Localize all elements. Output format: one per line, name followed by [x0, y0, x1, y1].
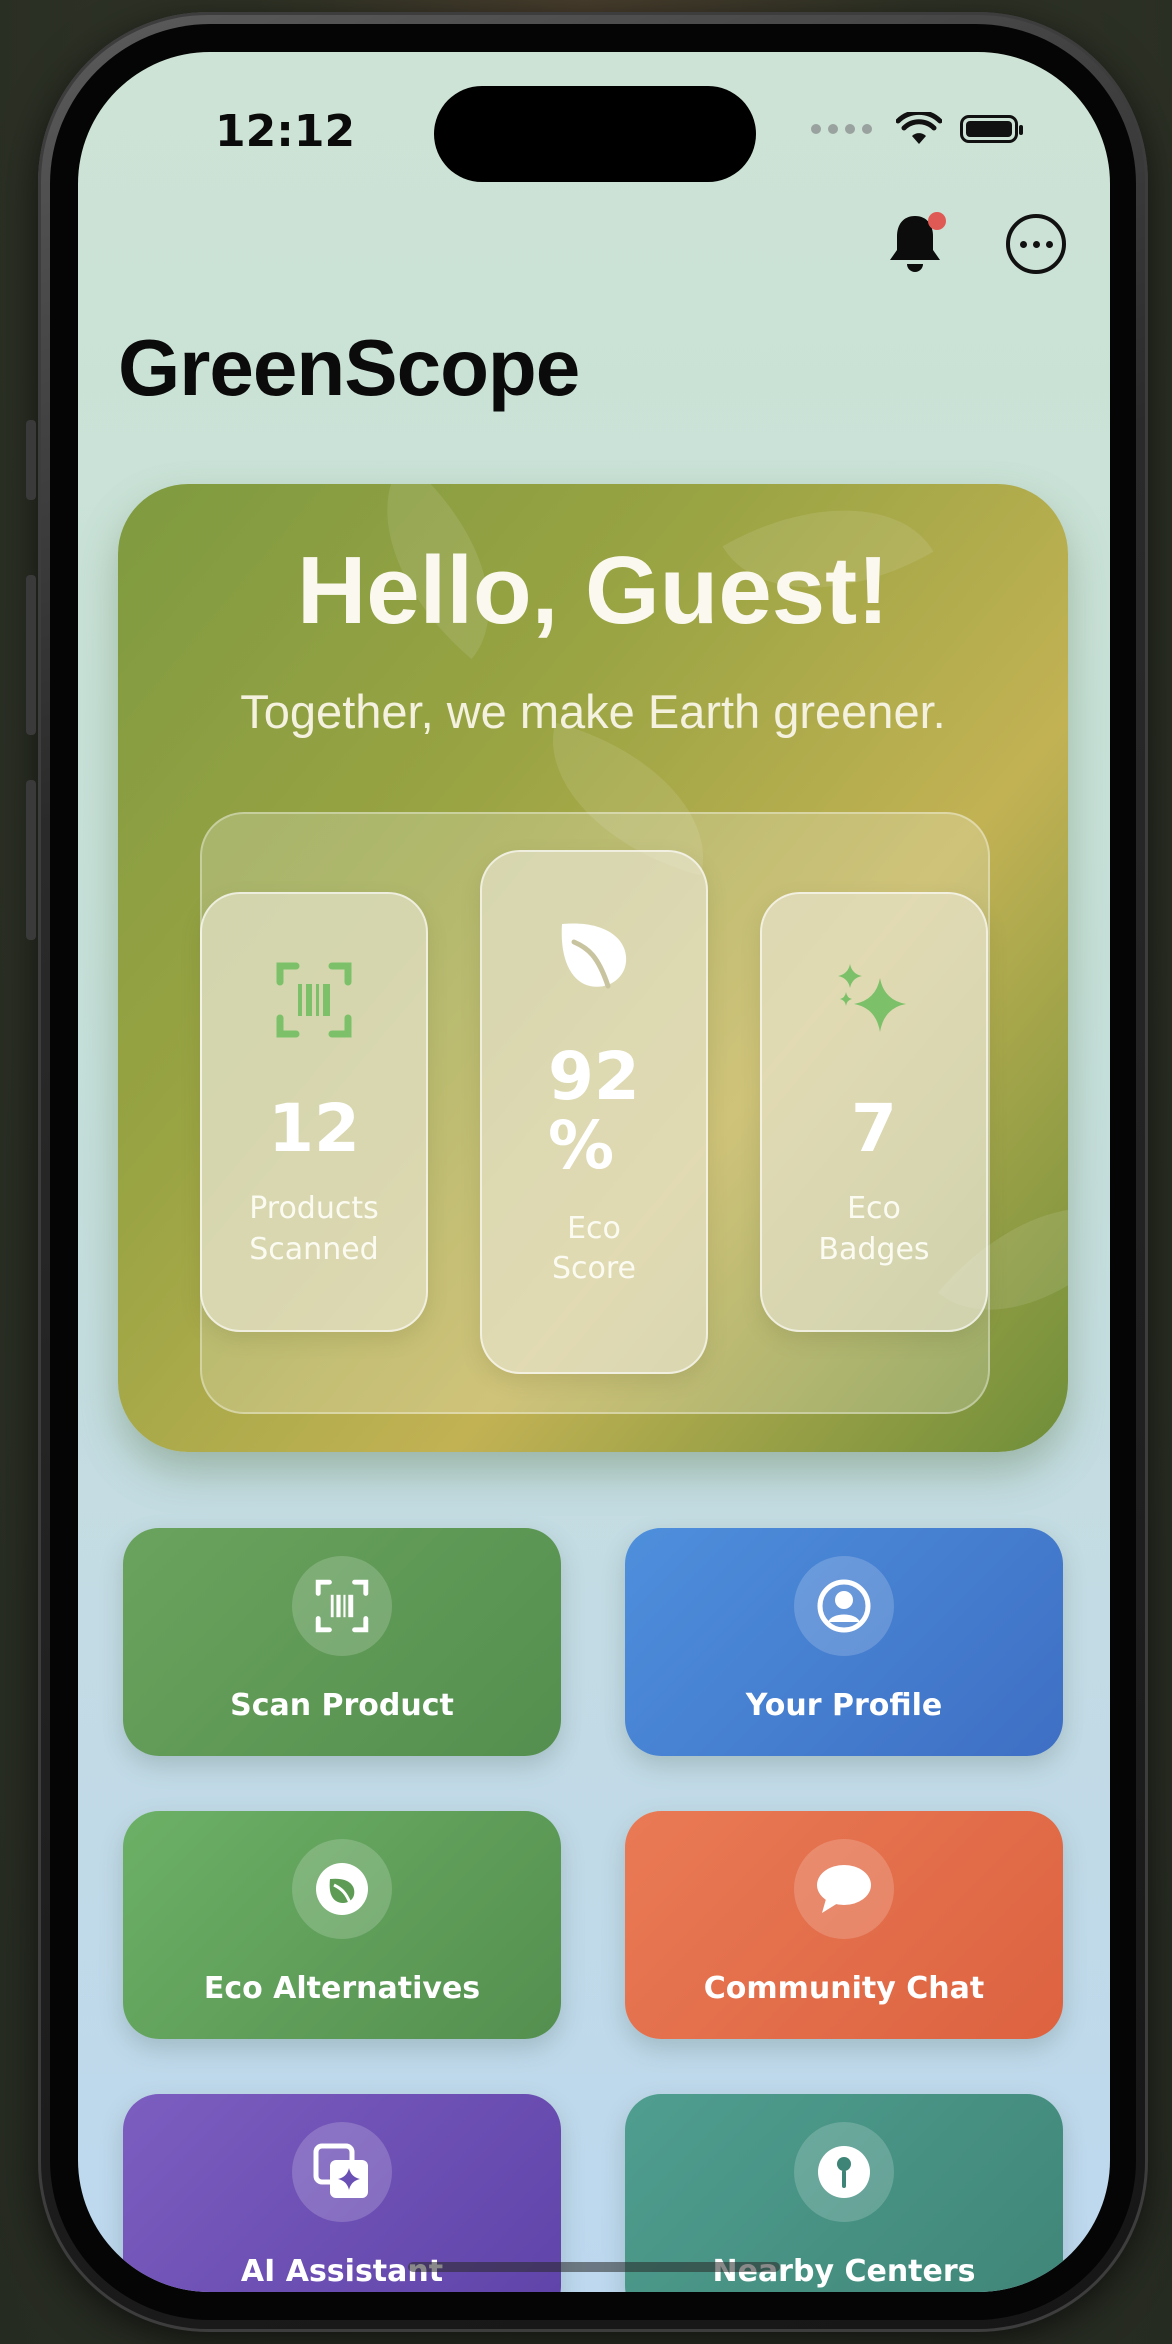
stat-label: Scanned — [249, 1231, 379, 1267]
greeting-subtitle: Together, we make Earth greener. — [240, 685, 946, 738]
chat-bubble-icon — [817, 1865, 871, 1913]
status-time: 12:12 — [215, 106, 356, 157]
leaf-icon — [561, 923, 627, 989]
eco-alternatives-tile[interactable]: Eco Alternatives — [123, 1811, 561, 2039]
ai-sparkle-icon — [313, 2143, 368, 2198]
welcome-card: Hello, Guest! Together, we make Earth gr… — [118, 484, 1068, 1452]
your-profile-tile[interactable]: Your Profile — [625, 1528, 1063, 1756]
map-pin-icon — [818, 2146, 870, 2198]
more-options-button[interactable] — [1006, 214, 1066, 274]
volume-up-button — [26, 575, 36, 735]
tile-icon-circle — [794, 1839, 894, 1939]
tile-label: Scan Product — [230, 1688, 454, 1723]
tile-label: Eco Alternatives — [203, 1971, 481, 2006]
dynamic-island — [434, 86, 756, 182]
stat-value: 12 — [268, 1090, 360, 1167]
stat-products-scanned[interactable]: 12 Products Scanned — [200, 892, 428, 1332]
volume-down-button — [26, 780, 36, 940]
tile-label: Your Profile — [745, 1688, 943, 1723]
scan-product-tile[interactable]: Scan Product — [123, 1528, 561, 1756]
tile-icon-circle — [292, 1556, 392, 1656]
tile-icon-circle — [292, 1839, 392, 1939]
battery-icon — [960, 115, 1023, 143]
tile-label: Community Chat — [703, 1971, 985, 2006]
stat-value-unit: % — [548, 1107, 615, 1185]
notification-badge — [928, 212, 946, 230]
barcode-scan-icon — [276, 962, 352, 1038]
greeting-heading: Hello, Guest! — [296, 537, 890, 644]
app-title: GreenScope — [118, 323, 580, 412]
stat-label: Badges — [818, 1231, 930, 1267]
status-icons — [811, 112, 1023, 146]
barcode-scan-icon — [315, 1579, 369, 1633]
leaf-circle-icon — [316, 1863, 368, 1915]
stat-label: Eco — [847, 1191, 901, 1227]
app-screen: 12:12 GreenScope Hello, Guest! Together,… — [78, 52, 1110, 2292]
stat-value: 92 — [548, 1038, 640, 1115]
tile-icon-circle — [794, 1556, 894, 1656]
community-chat-tile[interactable]: Community Chat — [625, 1811, 1063, 2039]
sparkles-icon — [838, 964, 906, 1032]
notification-button[interactable] — [886, 212, 946, 276]
stat-eco-score[interactable]: 92 % Eco Score — [480, 850, 708, 1374]
silent-switch — [26, 420, 36, 500]
person-circle-icon — [817, 1579, 871, 1633]
stat-label: Products — [249, 1191, 379, 1227]
tile-icon-circle — [292, 2122, 392, 2222]
home-indicator[interactable] — [408, 2262, 780, 2272]
more-dot-icon — [1019, 240, 1027, 248]
wifi-icon — [896, 112, 942, 144]
tile-icon-circle — [794, 2122, 894, 2222]
stat-value: 7 — [851, 1090, 897, 1167]
stat-label: Score — [551, 1251, 637, 1287]
stat-label: Eco — [567, 1210, 621, 1246]
header-actions — [886, 212, 1066, 276]
stat-eco-badges[interactable]: 7 Eco Badges — [760, 892, 988, 1332]
more-dot-icon — [1045, 240, 1053, 248]
more-dot-icon — [1032, 240, 1040, 248]
signal-dots-icon — [811, 124, 872, 134]
